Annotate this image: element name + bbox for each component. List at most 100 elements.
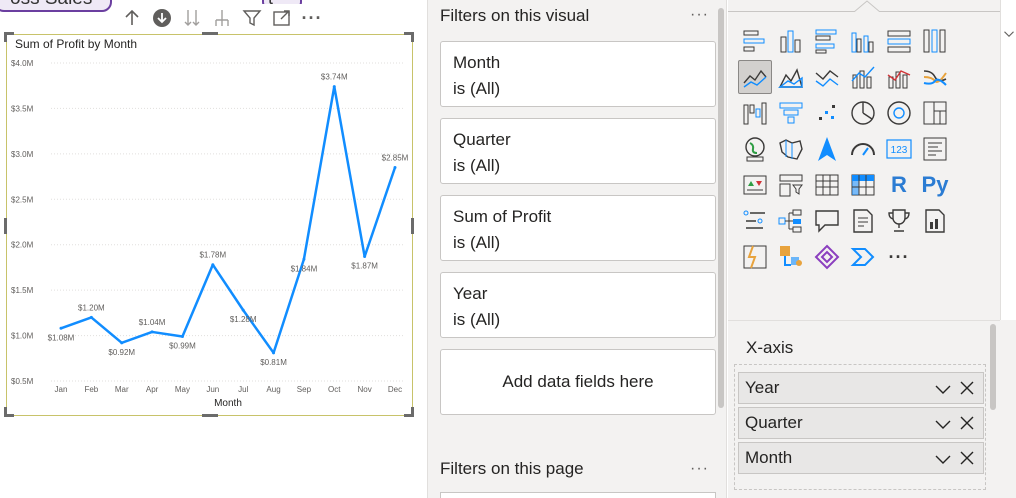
filter-card-month[interactable]: Month is (All) [440,41,716,107]
map-visual-button[interactable] [738,132,772,166]
stacked-bar-chart-visual-button[interactable] [738,24,772,58]
drill-down-mode-button[interactable] [148,4,176,32]
qa-visual-button[interactable] [810,204,844,238]
r-visual-visual-button[interactable]: R [882,168,916,202]
get-more-visuals-visual-button[interactable] [846,240,880,274]
field-pill-month[interactable]: Month [738,442,984,474]
decomposition-tree-visual-button[interactable] [774,204,808,238]
filters-scrollbar[interactable] [718,8,724,408]
viz-pane-scrollbar[interactable] [990,324,996,410]
viz-pane-divider [728,320,1000,321]
resize-handle-bottom-right-v[interactable] [411,407,414,417]
clustered-bar-chart-visual-button[interactable] [810,24,844,58]
more-visuals-visual-button[interactable]: ··· [882,240,916,274]
resize-handle-top-left-v[interactable] [4,32,7,42]
line-and-clustered-column-visual-button[interactable] [882,60,916,94]
multi-row-card-visual-button[interactable] [918,132,952,166]
drill-down-circle-icon [153,9,171,27]
100-stacked-column-chart-icon [923,29,946,53]
r-visual-icon: R [891,172,907,197]
filters-visual-more-button[interactable]: ··· [690,6,709,24]
power-apps-visual-button[interactable] [738,240,772,274]
pie-chart-visual-button[interactable] [846,96,880,130]
add-data-fields-dropzone[interactable]: Add data fields here [440,349,716,415]
filter-card-quarter[interactable]: Quarter is (All) [440,118,716,184]
line-chart-visual[interactable]: $0.5M $1.0M $1.5M $2.0M $2.5M $3.0M $3.5M $4.0M… [4,32,414,417]
custom-visual-visual-button[interactable] [810,240,844,274]
data-point [211,263,215,267]
chevron-down-icon[interactable] [935,416,951,432]
scatter-chart-visual-button[interactable] [810,96,844,130]
azure-map-visual-button[interactable] [810,132,844,166]
filled-map-visual-button[interactable] [774,132,808,166]
remove-field-icon[interactable] [959,450,975,466]
report-canvas[interactable]: oss Sales t ··· [0,0,426,498]
more-options-button[interactable]: ··· [298,4,326,32]
power-automate-visual-button[interactable] [774,240,808,274]
gauge-visual-button[interactable] [846,132,880,166]
data-label: $0.99M [169,341,196,350]
field-pill-year[interactable]: Year [738,372,984,404]
focus-mode-button[interactable] [268,4,296,32]
filter-card-value: is (All) [453,79,501,98]
table-visual-button[interactable] [810,168,844,202]
data-label: $2.85M [382,153,409,162]
chevron-down-icon[interactable] [935,451,951,467]
line-chart-visual-button[interactable] [738,60,772,94]
resize-handle-bottom-left-v[interactable] [4,407,7,417]
goals-visual-button[interactable] [882,204,916,238]
key-influencers-icon [743,210,765,229]
clustered-column-chart-visual-button[interactable] [846,24,880,58]
waterfall-chart-visual-button[interactable] [738,96,772,130]
filter-card-sum-of-profit[interactable]: Sum of Profit is (All) [440,195,716,261]
resize-handle-right[interactable] [411,218,414,234]
custom-visual-icon [814,244,840,270]
filters-page-more-button[interactable]: ··· [690,460,709,478]
expand-hierarchy-icon [215,10,229,26]
drill-up-button[interactable] [118,4,146,32]
expand-all-down-icon [184,10,200,26]
line-and-stacked-column-visual-button[interactable] [846,60,880,94]
smart-narrative-visual-button[interactable] [846,204,880,238]
100-stacked-column-chart-visual-button[interactable] [918,24,952,58]
expand-next-level-button[interactable] [208,4,236,32]
key-influencers-visual-button[interactable] [738,204,772,238]
remove-field-icon[interactable] [959,415,975,431]
matrix-visual-button[interactable] [846,168,880,202]
area-chart-visual-button[interactable] [774,60,808,94]
resize-handle-top-right-v[interactable] [411,32,414,42]
slicer-visual-button[interactable] [774,168,808,202]
adjacent-card-visual[interactable]: oss Sales [0,0,112,12]
python-visual-visual-button[interactable]: Py [918,168,952,202]
decomposition-tree-icon [778,209,802,233]
kpi-visual-button[interactable] [738,168,772,202]
stacked-area-chart-visual-button[interactable] [810,60,844,94]
page-filter-card[interactable] [440,492,716,498]
gauge-icon [851,143,875,156]
card-icon: 123 [886,139,912,159]
field-pill-label: Year [745,378,780,397]
data-point [363,255,367,259]
x-tick-label: Apr [146,385,159,394]
visual-filter-button[interactable] [238,4,266,32]
resize-handle-left[interactable] [4,218,7,234]
x-tick-label: Aug [266,385,280,394]
paginated-report-visual-button[interactable] [918,204,952,238]
resize-handle-bottom[interactable] [202,414,218,417]
filter-card-year[interactable]: Year is (All) [440,272,716,338]
100-stacked-bar-chart-visual-button[interactable] [882,24,916,58]
treemap-visual-button[interactable] [918,96,952,130]
field-pill-quarter[interactable]: Quarter [738,407,984,439]
resize-handle-top[interactable] [202,32,218,35]
donut-chart-visual-button[interactable] [882,96,916,130]
stacked-column-chart-visual-button[interactable] [774,24,808,58]
go-to-next-level-button[interactable] [178,4,206,32]
chevron-down-icon[interactable] [935,381,951,397]
more-options-icon: ··· [301,7,323,28]
remove-field-icon[interactable] [959,380,975,396]
funnel-chart-visual-button[interactable] [774,96,808,130]
x-axis-title: Month [214,398,242,409]
smart-narrative-icon [853,209,873,233]
card-visual-button[interactable]: 123 [882,132,916,166]
ribbon-chart-visual-button[interactable] [918,60,952,94]
